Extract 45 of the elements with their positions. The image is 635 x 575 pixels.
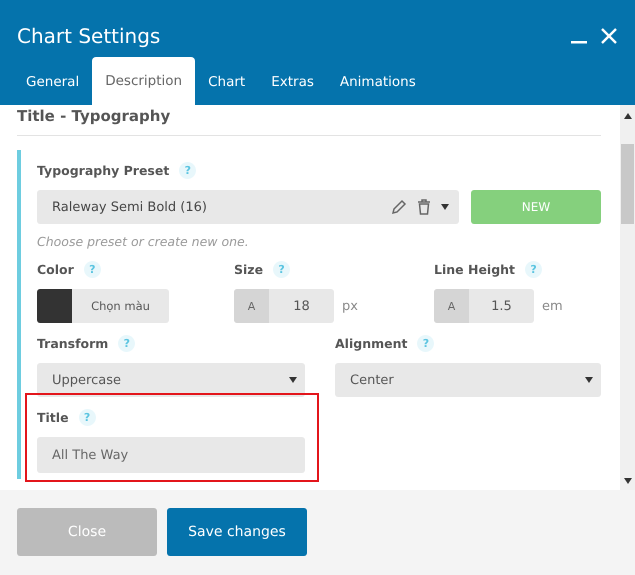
close-icon — [601, 28, 617, 44]
field-label: Title — [37, 410, 69, 424]
field-label: Color — [37, 262, 74, 276]
field-value: 18 — [292, 298, 311, 316]
tab[interactable]: Description — [92, 57, 196, 105]
pick-color-button[interactable]: Chọn màu — [72, 289, 169, 323]
tab[interactable]: Chart — [195, 59, 258, 105]
window-title: Chart Settings — [17, 24, 162, 48]
field-label: Transform — [37, 336, 108, 350]
scroll-thumb[interactable] — [621, 144, 634, 224]
field-value: 1.5 — [490, 298, 513, 316]
tab[interactable]: General — [13, 59, 92, 105]
prefix-label: A — [234, 289, 269, 323]
input-field[interactable]: All The Way — [37, 437, 305, 473]
tab[interactable]: Extras — [258, 59, 327, 105]
number-field[interactable]: A 18 — [234, 289, 334, 323]
color-swatch[interactable] — [37, 289, 72, 323]
select-field[interactable]: Uppercase — [37, 363, 305, 397]
caret-icon — [289, 377, 297, 383]
scroll-up-icon[interactable] — [624, 113, 632, 119]
hint-text: Choose preset or create new one. — [37, 234, 250, 249]
tab[interactable]: Animations — [326, 59, 429, 105]
select-value: Raleway Semi Bold (16) — [52, 200, 208, 214]
close-button[interactable] — [601, 28, 617, 44]
caret-icon — [585, 377, 593, 383]
prefix-label: A — [434, 289, 469, 323]
pencil-icon[interactable] — [391, 199, 407, 215]
section-title: Title - Typography — [17, 105, 601, 136]
preset-select[interactable]: Raleway Semi Bold (16) — [37, 190, 459, 224]
minimize-icon — [571, 40, 587, 44]
number-field[interactable]: A 1.5 — [434, 289, 534, 323]
field-label: Alignment — [335, 336, 408, 350]
caret-icon — [441, 204, 449, 210]
save-button[interactable]: Save changes — [167, 508, 307, 556]
select-value: Center — [350, 372, 395, 388]
scrollbar[interactable] — [620, 105, 635, 490]
select-value: Uppercase — [52, 372, 122, 388]
trash-icon[interactable] — [417, 199, 431, 215]
scroll-down-icon[interactable] — [624, 478, 632, 484]
unit-label: px — [342, 298, 358, 314]
unit-label: em — [542, 298, 563, 314]
field-label: Line Height — [434, 262, 516, 276]
field-label: Size — [234, 262, 264, 276]
field-label: Typography Preset — [37, 162, 170, 178]
select-field[interactable]: Center — [335, 363, 601, 397]
